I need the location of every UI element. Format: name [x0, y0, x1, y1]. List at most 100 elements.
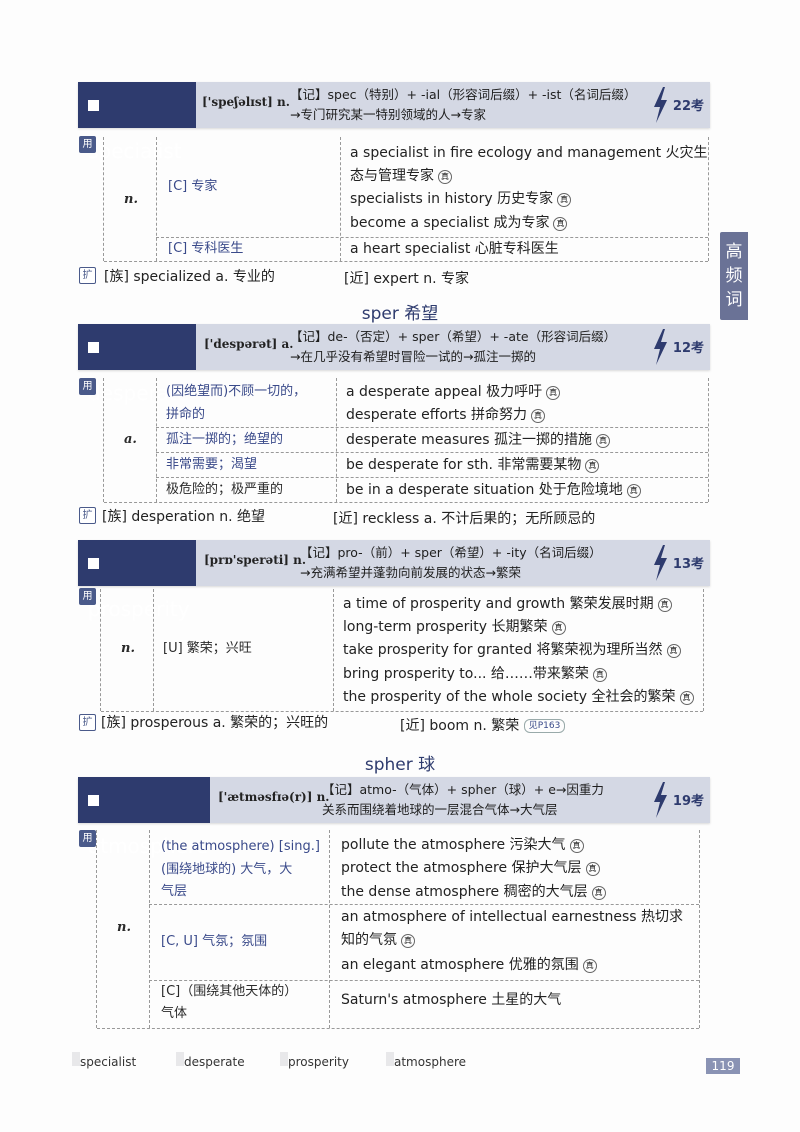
- example: a time of prosperity and growth 繁荣发展时期真: [343, 593, 672, 616]
- real-exam-icon: 真: [595, 434, 610, 448]
- example: protect the atmosphere 保护大气层真: [341, 857, 600, 880]
- memo-line-2: →充满希望并蓬勃向前发展的状态→繁荣: [300, 565, 521, 580]
- real-exam-icon: 真: [531, 409, 545, 423]
- real-exam-icon: 真: [582, 959, 597, 973]
- example: an atmosphere of intellectual earnestnes…: [341, 909, 684, 925]
- real-exam-icon: 真: [591, 886, 606, 900]
- sense: [C, U] 气氛；氛围: [161, 934, 268, 949]
- example: long-term prosperity 长期繁荣真: [343, 616, 566, 639]
- headword-box: atmosphere: [78, 777, 210, 858]
- real-exam-icon: 真: [679, 691, 694, 705]
- exam-count: 19考: [672, 794, 704, 809]
- example: 态与管理专家真: [350, 165, 452, 188]
- near-synonym: [近] reckless a. 不计后果的；无所顾忌的: [333, 511, 596, 527]
- lightning-icon: [654, 782, 667, 818]
- usage-table-specialist: n. [C] 专家 [C] 专科医生 a specialist in fire …: [103, 137, 709, 262]
- example: be in a desperate situation 处于危险境地真: [346, 479, 641, 502]
- sense: (围绕地球的) 大气，大: [161, 862, 293, 877]
- real-exam-icon: 真: [592, 668, 607, 682]
- example: desperate measures 孤注一掷的措施真: [346, 429, 610, 452]
- example: a heart specialist 心脏专科医生: [350, 241, 559, 257]
- family-word: [族] prosperous a. 繁荣的；兴旺的: [101, 715, 329, 731]
- real-exam-icon: 真: [401, 934, 415, 948]
- memo: 【记】pro-（前）+ sper（希望）+ -ity（名词后缀） →充满希望并蓬…: [300, 543, 602, 583]
- sense: [C] 专科医生: [168, 241, 244, 256]
- memo-line-1: 【记】spec（特别）+ -ial（形容词后缀）+ -ist（名词后缀）: [290, 87, 637, 102]
- example: bring prosperity to... 给……带来繁荣真: [343, 663, 607, 686]
- example: the dense atmosphere 稠密的大气层真: [341, 881, 606, 904]
- sense: [U] 繁荣；兴旺: [163, 641, 252, 656]
- footer-word-link[interactable]: desperate: [176, 1052, 245, 1069]
- root-title: spher 球: [364, 755, 436, 775]
- memo-line-2: →在几乎没有希望时冒险一试的→孤注一掷的: [290, 349, 536, 364]
- sense: [C] 专家: [168, 179, 218, 194]
- memo-line-2: 关系而围绕着地球的一层混合气体→大气层: [322, 802, 558, 817]
- memo-line-1: 【记】de-（否定）+ sper（希望）+ -ate（形容词后缀）: [290, 329, 617, 344]
- exam-count: 12考: [672, 341, 704, 356]
- sense: 极危险的；极严重的: [166, 482, 284, 497]
- near-synonym: [近] boom n. 繁荣 见P163: [400, 715, 566, 735]
- real-exam-icon: 真: [657, 598, 672, 612]
- real-exam-icon: 真: [438, 170, 452, 184]
- real-exam-icon: 真: [551, 621, 566, 635]
- example: a specialist in fire ecology and managem…: [350, 145, 708, 161]
- root-title: sper 希望: [361, 304, 439, 324]
- example: an elegant atmosphere 优雅的氛围真: [341, 954, 597, 977]
- usage-table-desperate: a. (因绝望而)不顾一切的， 拼命的 孤注一掷的；绝望的 非常需要；渴望 极危…: [103, 378, 709, 503]
- real-exam-icon: 真: [546, 386, 561, 400]
- usage-table-prosperity: n. [U] 繁荣；兴旺 a time of prosperity and gr…: [100, 589, 704, 712]
- example: desperate efforts 拼命努力真: [346, 404, 545, 427]
- sense: 气体: [161, 1006, 188, 1021]
- sense: [C]（围绕其他天体的）: [161, 984, 298, 999]
- memo-line-2: →专门研究某一特别领域的人→专家: [290, 107, 486, 122]
- sense: 孤注一掷的；绝望的: [166, 432, 284, 447]
- example: the prosperity of the whole society 全社会的…: [343, 686, 694, 709]
- use-tag: 用: [79, 830, 96, 847]
- example: a desperate appeal 极力呼吁真: [346, 381, 561, 404]
- extension-tag: 扩: [79, 714, 96, 731]
- entry-header-desperate: desperate ['despərət] a. 【记】de-（否定）+ spe…: [78, 324, 710, 405]
- memo-line-1: 【记】atmo-（气体）+ spher（球）+ e→因重力: [322, 782, 604, 797]
- real-exam-icon: 真: [626, 484, 641, 498]
- ipa: ['despərət] a.: [204, 337, 294, 351]
- ipa: ['speʃəlɪst] n.: [202, 95, 290, 109]
- real-exam-icon: 真: [553, 217, 568, 231]
- sense: 拼命的: [166, 407, 206, 422]
- family-word: [族] specialized a. 专业的: [104, 269, 275, 285]
- real-exam-icon: 真: [569, 839, 584, 853]
- exam-count: 22考: [672, 99, 704, 114]
- part-of-speech: n.: [124, 192, 138, 207]
- example: specialists in history 历史专家真: [350, 188, 572, 211]
- sense: (the atmosphere) [sing.]: [161, 839, 320, 854]
- part-of-speech: a.: [124, 432, 137, 447]
- entry-header-prosperity: prosperity [prɒ'sperəti] n. 【记】pro-（前）+ …: [78, 540, 710, 621]
- real-exam-icon: 真: [585, 862, 600, 876]
- use-tag: 用: [79, 136, 96, 153]
- ipa: [prɒ'sperəti] n.: [204, 553, 307, 567]
- extension-tag: 扩: [79, 507, 96, 524]
- usage-table-atmosphere: n. (the atmosphere) [sing.] (围绕地球的) 大气，大…: [96, 830, 700, 1029]
- footer-word-link[interactable]: atmosphere: [386, 1052, 466, 1069]
- page-number: 119: [706, 1058, 740, 1074]
- example: Saturn's atmosphere 土星的大气: [341, 992, 562, 1008]
- headword-box: specialist: [78, 82, 196, 163]
- page-reference[interactable]: 见P163: [523, 719, 566, 733]
- memo: 【记】spec（特别）+ -ial（形容词后缀）+ -ist（名词后缀） →专门…: [290, 85, 636, 125]
- entry-header-specialist: specialist ['speʃəlɪst] n. 【记】spec（特别）+ …: [78, 82, 710, 163]
- headword-box: desperate: [78, 324, 196, 405]
- part-of-speech: n.: [117, 920, 131, 935]
- sense: 非常需要；渴望: [166, 457, 258, 472]
- use-tag: 用: [79, 588, 96, 605]
- example: take prosperity for granted 将繁荣视为理所当然真: [343, 639, 681, 662]
- near-synonym: [近] expert n. 专家: [344, 271, 469, 287]
- example: 知的气氛真: [341, 929, 415, 952]
- real-exam-icon: 真: [557, 193, 572, 207]
- footer-word-link[interactable]: prosperity: [280, 1052, 349, 1069]
- memo: 【记】de-（否定）+ sper（希望）+ -ate（形容词后缀） →在几乎没有…: [290, 327, 616, 367]
- use-tag: 用: [79, 378, 96, 395]
- family-word: [族] desperation n. 绝望: [102, 509, 266, 525]
- sense: (因绝望而)不顾一切的，: [166, 384, 307, 399]
- footer-word-link[interactable]: specialist: [72, 1052, 136, 1069]
- entry-header-atmosphere: atmosphere ['ætməsfɪə(r)] n. 【记】atmo-（气体…: [78, 777, 710, 858]
- real-exam-icon: 真: [585, 459, 600, 473]
